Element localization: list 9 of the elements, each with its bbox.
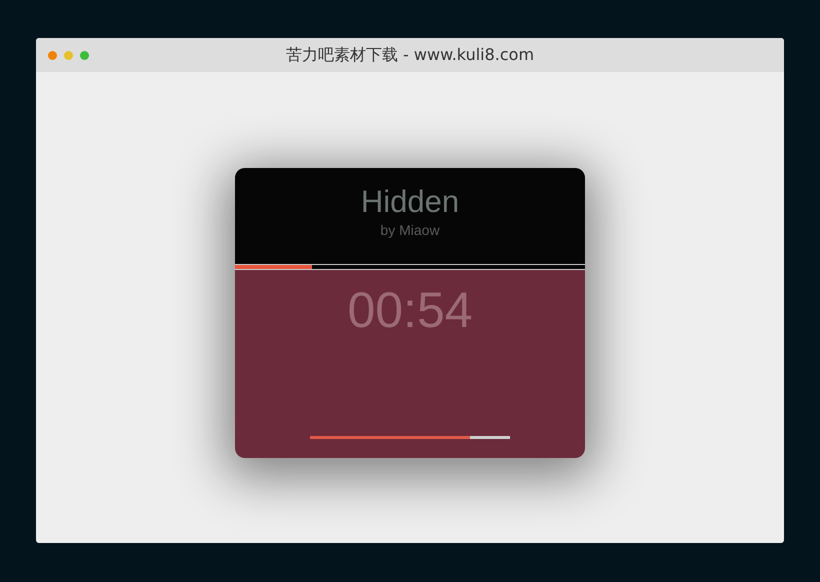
song-title: Hidden: [360, 184, 460, 220]
window-title: 苦力吧素材下载 - www.kuli8.com: [286, 44, 534, 66]
progress-bar[interactable]: [235, 264, 585, 270]
minimize-icon[interactable]: [64, 50, 73, 60]
elapsed-time: 00:54: [347, 282, 473, 338]
artist-name: by Miaow: [380, 222, 440, 238]
close-icon[interactable]: [48, 50, 57, 60]
maximize-icon[interactable]: [80, 50, 89, 60]
volume-slider[interactable]: [310, 436, 510, 439]
